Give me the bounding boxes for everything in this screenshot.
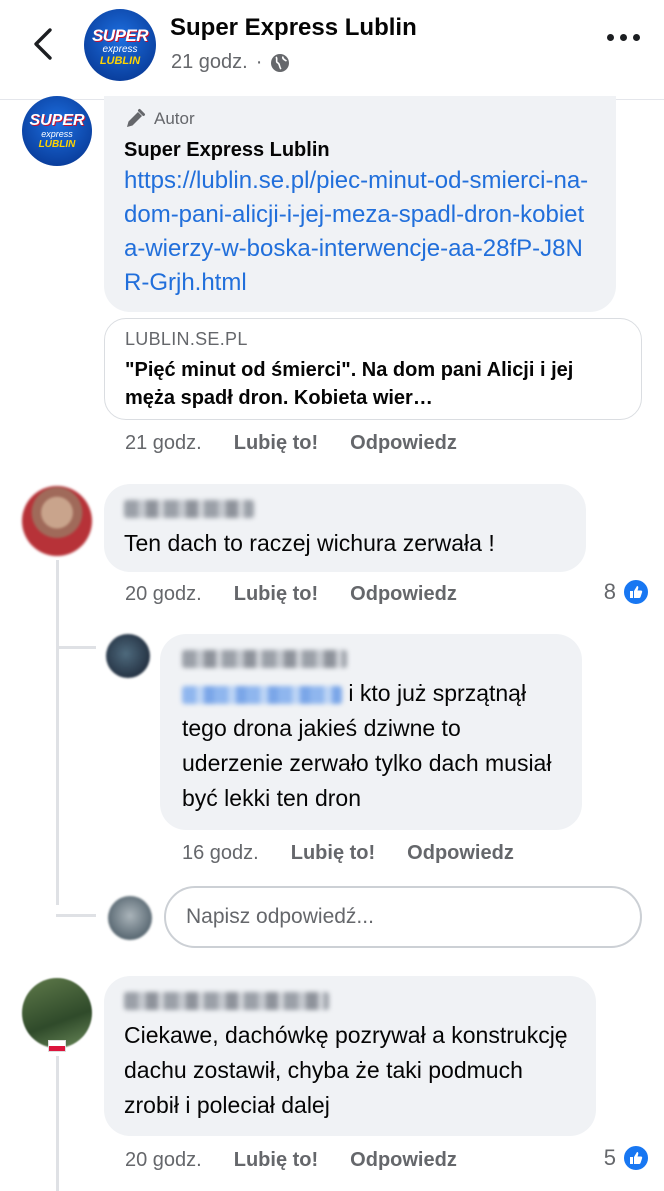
dot-icon: [607, 34, 614, 41]
logo-text: LUBLIN: [99, 55, 141, 67]
back-button[interactable]: [22, 22, 62, 66]
comment-time: 20 godz.: [125, 1149, 202, 1171]
reaction-count[interactable]: 5: [604, 1144, 650, 1172]
logo-text: express: [102, 44, 138, 55]
comment-link[interactable]: https://lublin.se.pl/piec-minut-od-smier…: [124, 164, 596, 300]
comment-bubble: Ten dach to raczej wichura zerwała !: [104, 484, 586, 572]
thread-line: [56, 914, 96, 917]
comment-time: 20 godz.: [125, 583, 202, 605]
blurred-author-name: [182, 650, 347, 668]
chevron-left-icon: [34, 28, 52, 60]
comment-actions: 20 godz. Lubię to! Odpowiedz: [125, 1149, 457, 1172]
blurred-mention[interactable]: [182, 685, 342, 704]
reaction-number: 5: [603, 1145, 616, 1170]
comment-time: 21 godz.: [125, 432, 202, 454]
dot-icon: [620, 34, 627, 41]
reply-button[interactable]: Odpowiedz: [350, 432, 457, 455]
dot-icon: [633, 34, 640, 41]
comment-actions: 21 godz. Lubię to! Odpowiedz: [125, 432, 457, 455]
reply-text-after-mention: i kto już sprzątnął: [348, 680, 527, 706]
reply-text-rest: tego drona jakieś dziwne to uderzenie ze…: [182, 715, 552, 811]
comment-text: Ten dach to raczej wichura zerwała !: [124, 530, 495, 556]
comment-avatar[interactable]: SUPER express LUBLIN: [22, 96, 92, 166]
link-preview-domain: LUBLIN.SE.PL: [125, 329, 248, 349]
reply-bubble: i kto już sprzątnął tego drona jakieś dz…: [160, 634, 582, 830]
like-button[interactable]: Lubię to!: [234, 432, 318, 455]
like-button[interactable]: Lubię to!: [234, 1149, 318, 1172]
thread-line: [56, 560, 59, 905]
thread-line: [56, 646, 96, 649]
flag-badge: [48, 1040, 66, 1052]
comment-bubble: Autor Super Express Lublin https://lubli…: [104, 96, 616, 312]
blurred-author-name: [124, 500, 254, 518]
reply-avatar[interactable]: [106, 634, 150, 678]
post-meta: 21 godz. ·: [171, 51, 290, 74]
page-title[interactable]: Super Express Lublin: [170, 14, 417, 42]
link-preview-title: "Pięć minut od śmierci". Na dom pani Ali…: [125, 359, 574, 409]
like-button[interactable]: Lubię to!: [234, 583, 318, 606]
comment-avatar[interactable]: [22, 978, 92, 1048]
comment-avatar[interactable]: [22, 486, 92, 556]
reply-button[interactable]: Odpowiedz: [407, 842, 514, 865]
comment-text: Ciekawe, dachówkę pozrywał a konstrukcję…: [124, 1022, 568, 1118]
comment-bubble: Ciekawe, dachówkę pozrywał a konstrukcję…: [104, 976, 596, 1136]
logo-text: SUPER: [29, 112, 85, 129]
reaction-count[interactable]: 8: [604, 578, 650, 606]
post-header: SUPER express LUBLIN Super Express Lubli…: [0, 0, 664, 100]
pencil-icon: [127, 109, 145, 127]
blurred-author-name: [124, 992, 329, 1010]
reply-text: i kto już sprzątnął tego drona jakieś dz…: [182, 676, 560, 816]
meta-separator: ·: [255, 51, 263, 73]
reply-button[interactable]: Odpowiedz: [350, 583, 457, 606]
thumbs-up-icon: [622, 1144, 650, 1172]
author-badge-label: Autor: [154, 109, 195, 128]
reply-input[interactable]: Napisz odpowiedź...: [164, 886, 642, 948]
reply-button[interactable]: Odpowiedz: [350, 1149, 457, 1172]
page-avatar[interactable]: SUPER express LUBLIN: [84, 9, 156, 81]
comment-author[interactable]: Super Express Lublin: [124, 136, 596, 164]
author-badge: Autor: [124, 108, 596, 130]
logo-text: LUBLIN: [38, 139, 76, 150]
link-preview-card[interactable]: LUBLIN.SE.PL "Pięć minut od śmierci". Na…: [104, 318, 642, 420]
globe-icon: [271, 53, 290, 72]
more-options-button[interactable]: [607, 34, 640, 41]
user-avatar: [108, 896, 152, 940]
reply-actions: 16 godz. Lubię to! Odpowiedz: [182, 842, 514, 865]
logo-text: SUPER: [91, 26, 149, 45]
logo-text: express: [41, 129, 73, 139]
reaction-number: 8: [603, 579, 616, 604]
thread-line: [56, 1056, 59, 1191]
thumbs-up-icon: [622, 578, 650, 606]
post-time: 21 godz.: [171, 51, 248, 73]
like-button[interactable]: Lubię to!: [291, 842, 375, 865]
comment-actions: 20 godz. Lubię to! Odpowiedz: [125, 583, 457, 606]
comment-time: 16 godz.: [182, 842, 259, 864]
